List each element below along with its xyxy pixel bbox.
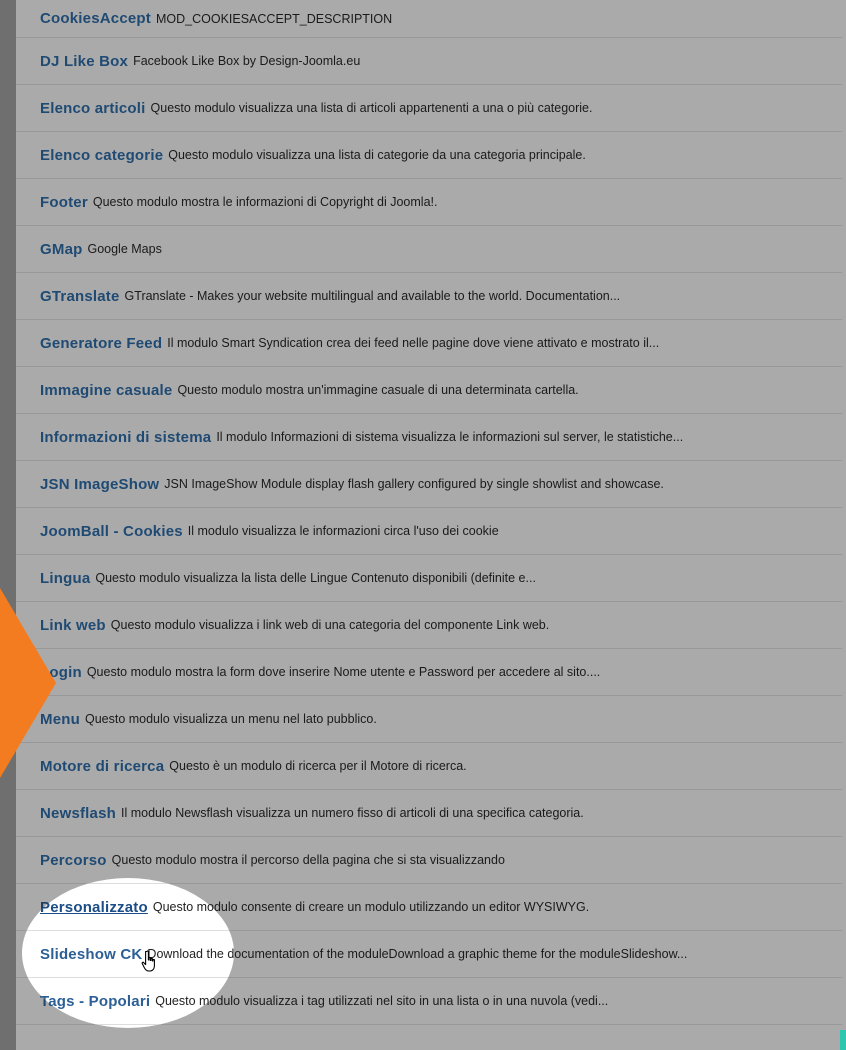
module-title-link[interactable]: GMap bbox=[40, 241, 82, 258]
module-title-link[interactable]: Elenco categorie bbox=[40, 147, 163, 164]
module-description: Il modulo Newsflash visualizza un numero… bbox=[121, 806, 584, 820]
module-item-slideshow-ck[interactable]: Slideshow CK Download the documentation o… bbox=[16, 931, 842, 978]
module-title-link[interactable]: CookiesAccept bbox=[40, 10, 151, 27]
module-item-percorso[interactable]: Percorso Questo modulo mostra il percorso… bbox=[16, 837, 842, 884]
module-item-cookiesaccept[interactable]: CookiesAccept MOD_COOKIESACCEPT_DESCRIPTI… bbox=[16, 0, 842, 38]
module-title-link[interactable]: Immagine casuale bbox=[40, 382, 172, 399]
module-item-joomball-cookies[interactable]: JoomBall - Cookies Il modulo visualizza l… bbox=[16, 508, 842, 555]
module-item-footer[interactable]: Footer Questo modulo mostra le informazio… bbox=[16, 179, 842, 226]
module-item-motore-di-ricerca[interactable]: Motore di ricercaQuesto è un modulo di r… bbox=[16, 743, 842, 790]
module-item-elenco-categorie[interactable]: Elenco categorie Questo modulo visualizza… bbox=[16, 132, 842, 179]
module-title-link[interactable]: Personalizzato bbox=[40, 899, 148, 916]
module-description: Download the documentation of the module… bbox=[147, 947, 688, 961]
module-item-jsn-imageshow[interactable]: JSN ImageShow JSN ImageShow Module displa… bbox=[16, 461, 842, 508]
module-description: Questo modulo visualizza i link web di u… bbox=[110, 618, 550, 632]
module-title-link[interactable]: Generatore Feed bbox=[40, 335, 162, 352]
module-description: Facebook Like Box by Design-Joomla.eu bbox=[133, 54, 361, 68]
module-description: Questo modulo visualizza la lista delle … bbox=[95, 571, 536, 585]
module-description: Il modulo visualizza le informazioni cir… bbox=[187, 524, 499, 538]
module-title-link[interactable]: Informazioni di sistema bbox=[40, 429, 211, 446]
module-title-link[interactable]: Slideshow CK bbox=[40, 946, 142, 963]
module-title-link[interactable]: GTranslate bbox=[40, 288, 120, 305]
module-item-generatore-feed[interactable]: Generatore Feed Il modulo Smart Syndicati… bbox=[16, 320, 842, 367]
module-description: JSN ImageShow Module display flash galle… bbox=[164, 477, 664, 491]
module-item-tags-popolari[interactable]: Tags - Popolari Questo modulo visualizza … bbox=[16, 978, 842, 1025]
module-description: MOD_COOKIESACCEPT_DESCRIPTION bbox=[155, 11, 393, 26]
module-item-login[interactable]: LoginQuesto modulo mostra la form dove i… bbox=[16, 649, 842, 696]
module-description: Questo modulo visualizza una lista di ca… bbox=[168, 148, 586, 162]
module-item-immagine-casuale[interactable]: Immagine casuale Questo modulo mostra un'… bbox=[16, 367, 842, 414]
module-description: Questo modulo mostra un'immagine casuale… bbox=[177, 383, 579, 397]
module-description: Questo modulo consente di creare un modu… bbox=[152, 900, 590, 914]
module-description: Questo modulo visualizza una lista di ar… bbox=[150, 101, 593, 115]
module-item-gmap[interactable]: GMap Google Maps bbox=[16, 226, 842, 273]
module-description: Questo modulo mostra le informazioni di … bbox=[92, 195, 438, 209]
module-title-link[interactable]: DJ Like Box bbox=[40, 53, 128, 70]
module-description: Questo modulo visualizza un menu nel lat… bbox=[84, 712, 377, 726]
module-description: Questo modulo visualizza i tag utilizzat… bbox=[155, 994, 609, 1008]
orange-arrow-icon bbox=[0, 588, 56, 778]
module-title-link[interactable]: Lingua bbox=[40, 570, 90, 587]
module-description: Questo modulo mostra la form dove inseri… bbox=[86, 665, 601, 679]
module-title-link[interactable]: Newsflash bbox=[40, 805, 116, 822]
module-description: Google Maps bbox=[87, 242, 162, 256]
module-description: Il modulo Informazioni di sistema visual… bbox=[216, 430, 684, 444]
module-item-gtranslate[interactable]: GTranslate GTranslate - Makes your websit… bbox=[16, 273, 842, 320]
module-item-menu[interactable]: MenuQuesto modulo visualizza un menu nel… bbox=[16, 696, 842, 743]
module-type-list: CookiesAccept MOD_COOKIESACCEPT_DESCRIPTI… bbox=[16, 0, 842, 1025]
module-item-informazioni-di-sistema[interactable]: Informazioni di sistema Il modulo Informa… bbox=[16, 414, 842, 461]
module-item-elenco-articoli[interactable]: Elenco articoli Questo modulo visualizza … bbox=[16, 85, 842, 132]
teal-edge-marker bbox=[840, 1030, 846, 1050]
module-title-link[interactable]: Tags - Popolari bbox=[40, 993, 150, 1010]
module-type-list-panel: CookiesAccept MOD_COOKIESACCEPT_DESCRIPTI… bbox=[16, 0, 846, 1050]
module-item-dj-like-box[interactable]: DJ Like Box Facebook Like Box by Design-J… bbox=[16, 38, 842, 85]
module-title-link[interactable]: JSN ImageShow bbox=[40, 476, 159, 493]
module-description: Questo è un modulo di ricerca per il Mot… bbox=[169, 759, 467, 773]
module-item-personalizzato[interactable]: Personalizzato Questo modulo consente di … bbox=[16, 884, 842, 931]
module-description: GTranslate - Makes your website multilin… bbox=[124, 289, 621, 303]
module-title-link[interactable]: Elenco articoli bbox=[40, 100, 146, 117]
hand-pointer-icon bbox=[141, 950, 155, 972]
module-description: Questo modulo mostra il percorso della p… bbox=[111, 853, 505, 867]
module-item-link-web[interactable]: Link webQuesto modulo visualizza i link … bbox=[16, 602, 842, 649]
module-title-link[interactable]: Percorso bbox=[40, 852, 107, 869]
module-item-lingua[interactable]: Lingua Questo modulo visualizza la lista … bbox=[16, 555, 842, 602]
module-description: Il modulo Smart Syndication crea dei fee… bbox=[167, 336, 660, 350]
module-item-newsflash[interactable]: Newsflash Il modulo Newsflash visualizza … bbox=[16, 790, 842, 837]
module-title-link[interactable]: Footer bbox=[40, 194, 88, 211]
module-title-link[interactable]: JoomBall - Cookies bbox=[40, 523, 183, 540]
